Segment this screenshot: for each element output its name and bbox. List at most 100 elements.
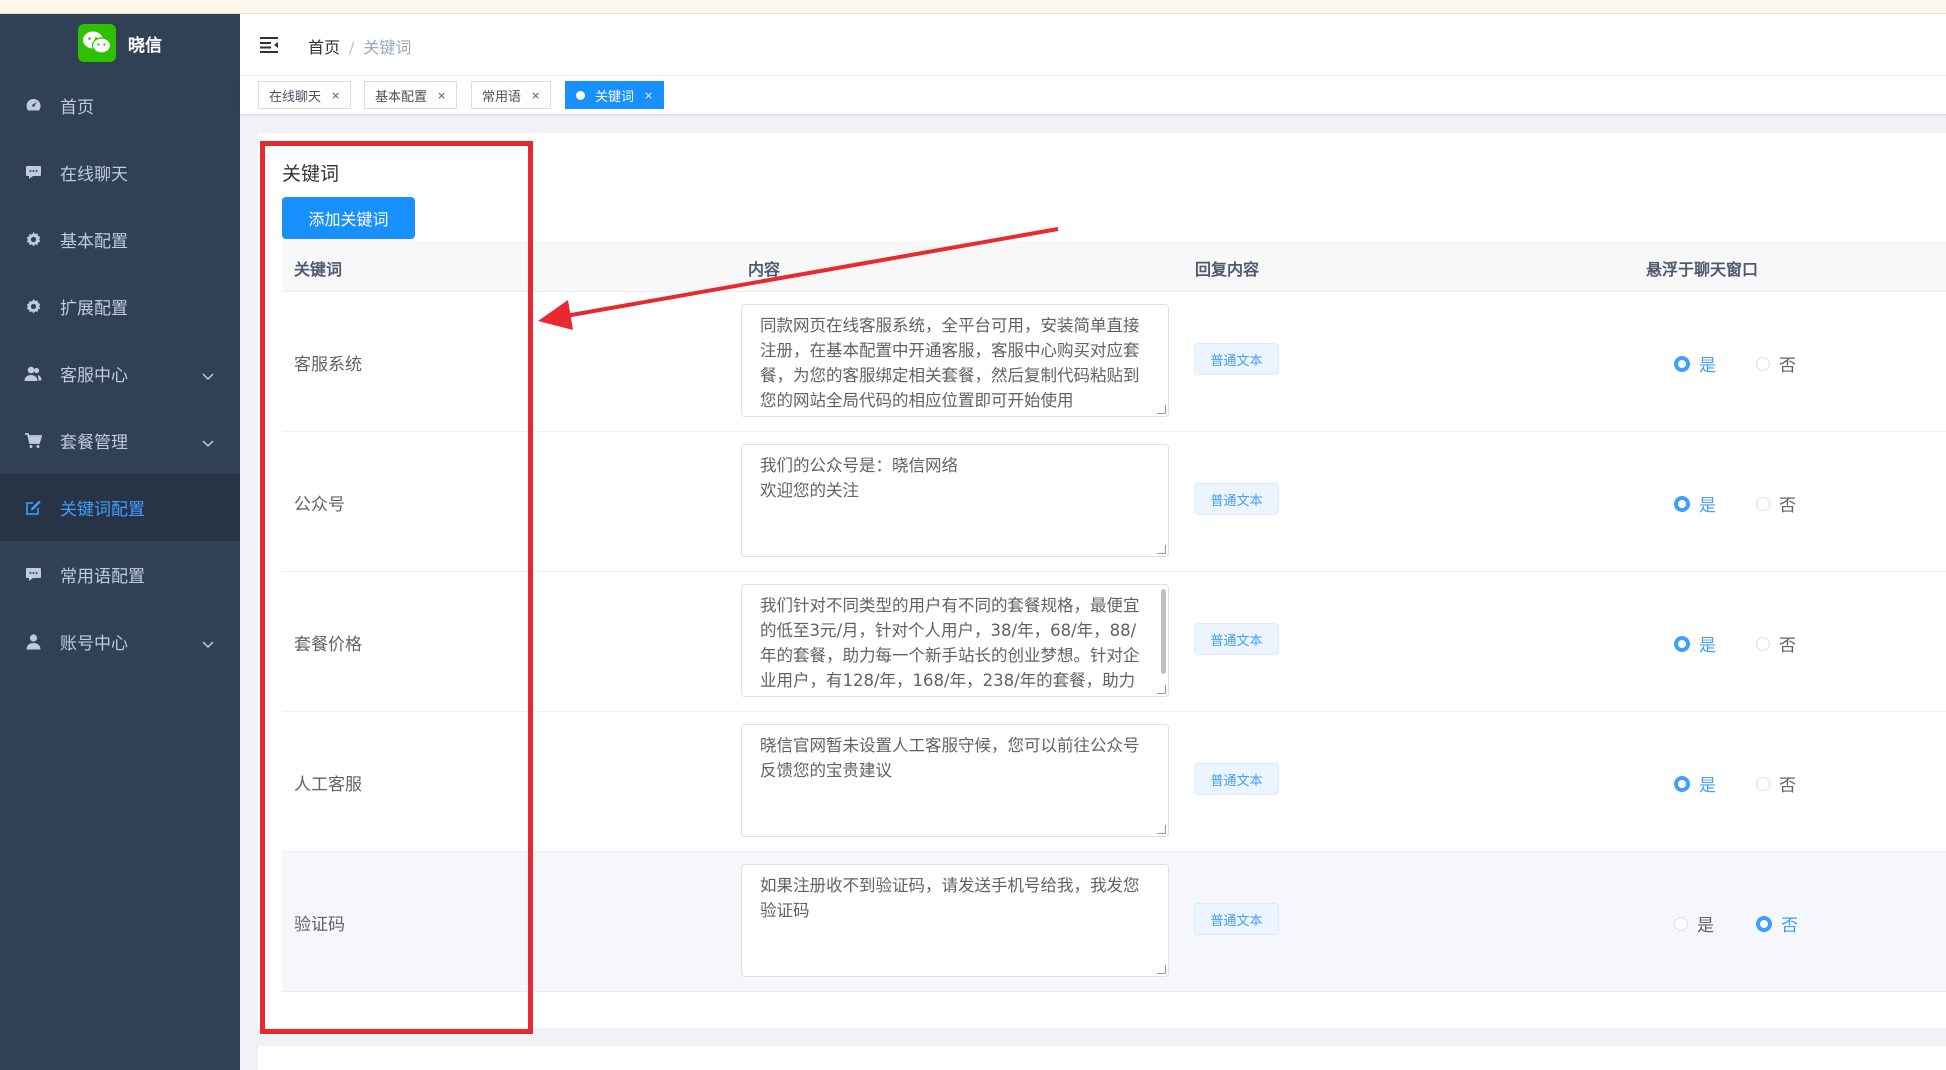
sidebar-item-label: 在线聊天 [60, 165, 128, 185]
keyword-cell: 客服系统 [294, 355, 362, 375]
tab-label: 常用语 [482, 89, 522, 105]
chat-bubble-icon [24, 566, 42, 584]
resize-handle-icon[interactable] [1157, 685, 1166, 694]
tab-label: 基本配置 [375, 89, 428, 105]
sidebar-item-label: 常用语配置 [60, 567, 145, 587]
tab-basic-config[interactable]: 基本配置 × [364, 81, 458, 109]
add-keyword-button[interactable]: 添加关键词 [282, 197, 415, 239]
radio-circle-icon [1674, 355, 1690, 372]
float-yes-radio[interactable]: 是 [1674, 911, 1714, 936]
table-row: 人工客服 晓信官网暂未设置人工客服守候，您可以前往公众号反馈您的宝贵建议 普通文… [282, 712, 1946, 852]
resize-handle-icon[interactable] [1157, 405, 1166, 414]
table-row: 客服系统 同款网页在线客服系统，全平台可用，安装简单直接注册，在基本配置中开通客… [282, 292, 1946, 432]
textarea-scrollbar[interactable] [1161, 589, 1166, 674]
float-no-radio[interactable]: 否 [1756, 631, 1796, 656]
sidebar-item-label: 账号中心 [60, 634, 128, 654]
float-yes-radio[interactable]: 是 [1674, 351, 1716, 376]
radio-circle-icon [1674, 775, 1690, 792]
radio-label: 是 [1699, 636, 1716, 656]
radio-circle-icon [1756, 356, 1770, 371]
chevron-down-icon [202, 366, 214, 386]
radio-label: 否 [1779, 776, 1796, 796]
chevron-down-icon [202, 433, 214, 453]
sidebar-item-label: 首页 [60, 98, 94, 118]
float-no-radio[interactable]: 否 [1756, 771, 1796, 796]
column-header-float: 悬浮于聊天窗口 [1646, 260, 1759, 279]
tab-phrases[interactable]: 常用语 × [471, 81, 552, 109]
table-row: 套餐价格 我们针对不同类型的用户有不同的套餐规格，最便宜的低至3元/月，针对个人… [282, 572, 1946, 712]
sidebar-item-account-center[interactable]: 账号中心 [0, 608, 240, 675]
keyword-cell: 验证码 [294, 915, 345, 935]
wechat-icon [78, 24, 116, 62]
gear-icon [24, 298, 42, 316]
sidebar-item-label: 基本配置 [60, 232, 128, 252]
float-no-radio[interactable]: 否 [1756, 351, 1796, 376]
close-icon[interactable]: × [331, 89, 340, 102]
radio-label: 是 [1699, 776, 1716, 796]
content-text: 晓信官网暂未设置人工客服守候，您可以前往公众号反馈您的宝贵建议 [760, 736, 1140, 780]
radio-label: 否 [1779, 356, 1796, 376]
float-yes-radio[interactable]: 是 [1674, 491, 1716, 516]
table-header: 关键词 内容 回复内容 悬浮于聊天窗口 [282, 241, 1946, 292]
sidebar-item-home[interactable]: 首页 [0, 72, 240, 139]
sidebar-item-online-chat[interactable]: 在线聊天 [0, 139, 240, 206]
brand: 晓信 [0, 14, 240, 72]
sidebar-item-package-management[interactable]: 套餐管理 [0, 407, 240, 474]
keyword-table: 关键词 内容 回复内容 悬浮于聊天窗口 客服系统 同款网页在线客服系统，全平台可… [282, 241, 1946, 992]
breadcrumb-separator: / [349, 38, 355, 57]
float-yes-radio[interactable]: 是 [1674, 631, 1716, 656]
keyword-card: 关键词 添加关键词 关键词 内容 回复内容 悬浮于聊天窗口 客服系统 同款网页在… [258, 133, 1946, 1028]
radio-label: 是 [1699, 356, 1716, 376]
sidebar: 晓信 首页 在线聊天 基本配置 扩展配置 客服中心 套餐管理 关键词配置 常用语… [0, 14, 240, 1070]
radio-label: 否 [1779, 636, 1796, 656]
reply-type-tag: 普通文本 [1194, 483, 1279, 515]
close-icon[interactable]: × [437, 89, 446, 102]
radio-circle-icon [1756, 636, 1770, 651]
sidebar-item-phrases-config[interactable]: 常用语配置 [0, 541, 240, 608]
sidebar-item-basic-config[interactable]: 基本配置 [0, 206, 240, 273]
users-icon [24, 365, 42, 383]
resize-handle-icon[interactable] [1157, 965, 1166, 974]
close-icon[interactable]: × [531, 89, 540, 102]
radio-circle-icon [1674, 916, 1688, 931]
content-textarea[interactable]: 如果注册收不到验证码，请发送手机号给我，我发您验证码 [741, 864, 1169, 977]
radio-circle-icon [1756, 915, 1772, 932]
card-bottom [258, 1046, 1946, 1070]
column-header-content: 内容 [748, 260, 781, 279]
close-icon[interactable]: × [644, 89, 653, 102]
sidebar-item-label: 客服中心 [60, 366, 128, 386]
sidebar-item-service-center[interactable]: 客服中心 [0, 340, 240, 407]
float-no-radio[interactable]: 否 [1756, 491, 1796, 516]
breadcrumb-home[interactable]: 首页 [308, 38, 340, 57]
radio-label: 是 [1699, 496, 1716, 516]
top-navbar: 首页 / 关键词 [240, 14, 1946, 76]
content-textarea[interactable]: 我们的公众号是：晓信网络 欢迎您的关注 [741, 444, 1169, 557]
content-textarea[interactable]: 同款网页在线客服系统，全平台可用，安装简单直接注册，在基本配置中开通客服，客服中… [741, 304, 1169, 417]
radio-label: 否 [1781, 916, 1798, 936]
sidebar-item-keyword-config[interactable]: 关键词配置 [0, 474, 240, 541]
edit-icon [24, 499, 42, 517]
resize-handle-icon[interactable] [1157, 545, 1166, 554]
tab-online-chat[interactable]: 在线聊天 × [258, 81, 352, 109]
radio-circle-icon [1756, 496, 1770, 511]
radio-circle-icon [1674, 495, 1690, 512]
reply-type-tag: 普通文本 [1194, 903, 1279, 935]
chat-bubble-icon [24, 164, 42, 182]
radio-label: 否 [1779, 496, 1796, 516]
sidebar-item-label: 关键词配置 [60, 500, 145, 520]
float-no-radio[interactable]: 否 [1756, 911, 1798, 936]
column-header-keyword: 关键词 [294, 260, 343, 279]
tab-keywords[interactable]: 关键词 × [565, 81, 665, 109]
browser-top-strip [0, 0, 1946, 14]
radio-circle-icon [1674, 635, 1690, 652]
float-yes-radio[interactable]: 是 [1674, 771, 1716, 796]
tags-view: 在线聊天 × 基本配置 × 常用语 × 关键词 × [240, 76, 1946, 115]
content-textarea[interactable]: 晓信官网暂未设置人工客服守候，您可以前往公众号反馈您的宝贵建议 [741, 724, 1169, 837]
hamburger-menu-icon[interactable] [258, 34, 280, 56]
content-textarea[interactable]: 我们针对不同类型的用户有不同的套餐规格，最便宜的低至3元/月，针对个人用户，38… [741, 584, 1169, 697]
radio-circle-icon [1756, 776, 1770, 791]
keyword-cell: 套餐价格 [294, 635, 362, 655]
breadcrumb-current: 关键词 [363, 38, 412, 57]
sidebar-item-extended-config[interactable]: 扩展配置 [0, 273, 240, 340]
resize-handle-icon[interactable] [1157, 825, 1166, 834]
